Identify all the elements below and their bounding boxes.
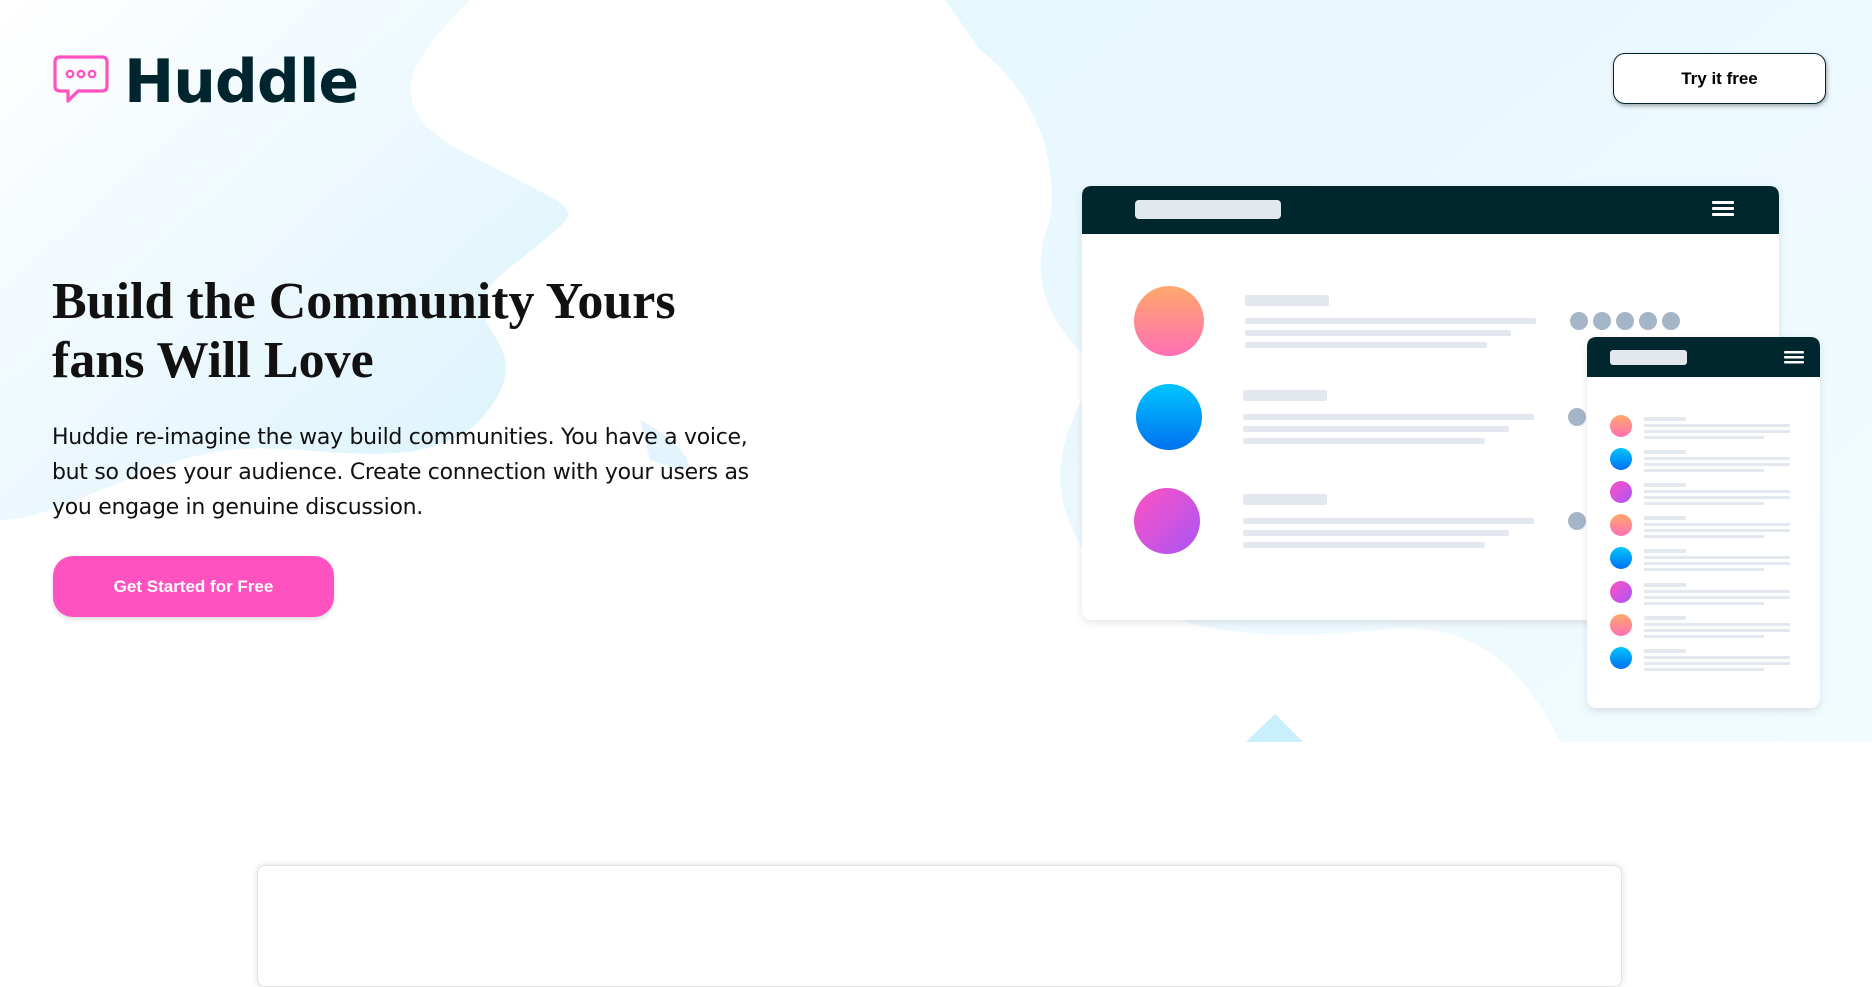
intro-line-1: Huddie re-imagine the way build communit…: [52, 425, 748, 450]
desktop-title-bar: [1135, 200, 1281, 219]
brand-name: Huddle: [124, 47, 359, 117]
intro-line-2: but so does your audience. Create connec…: [52, 460, 749, 485]
chat-bubble-icon: [52, 54, 110, 110]
hero-headline: Build the Community Yours fans Will Love: [52, 272, 752, 390]
hero-intro: Huddie re-imagine the way build communit…: [52, 420, 822, 525]
feature-card: [257, 865, 1622, 987]
avatar: [1134, 488, 1200, 554]
logo[interactable]: Huddle: [52, 47, 359, 117]
headline-line-2: fans Will Love: [52, 332, 374, 389]
avatar: [1136, 384, 1202, 450]
intro-line-3: you engage in genuine discussion.: [52, 495, 423, 520]
hero-illustration: [1082, 186, 1820, 708]
hamburger-menu-icon: [1784, 351, 1804, 364]
avatar: [1134, 286, 1204, 356]
get-started-button[interactable]: Get Started for Free: [53, 556, 334, 617]
hamburger-menu-icon: [1712, 201, 1734, 216]
headline-line-1: Build the Community Yours: [52, 273, 676, 330]
try-it-free-button[interactable]: Try it free: [1613, 53, 1826, 104]
